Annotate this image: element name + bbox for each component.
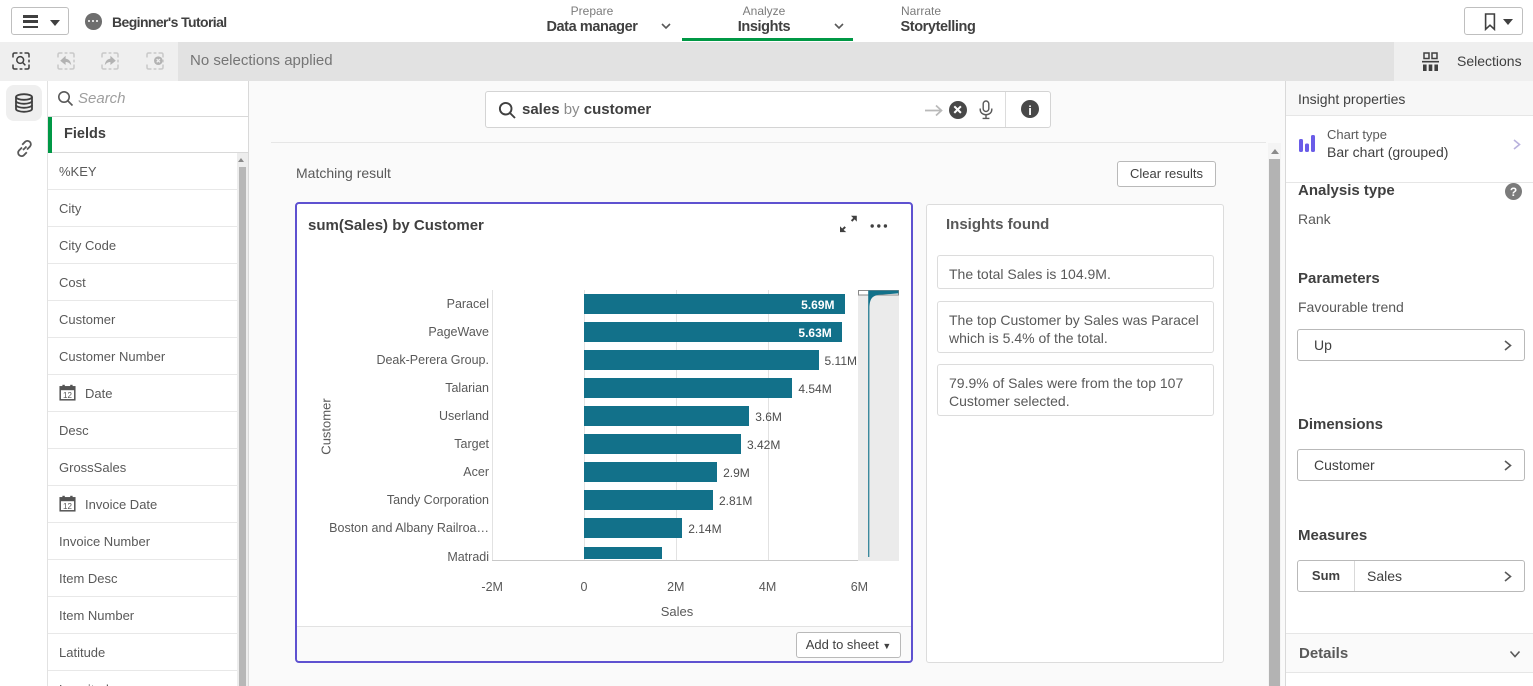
- svg-text:12: 12: [63, 391, 72, 400]
- svg-text:12: 12: [63, 502, 72, 511]
